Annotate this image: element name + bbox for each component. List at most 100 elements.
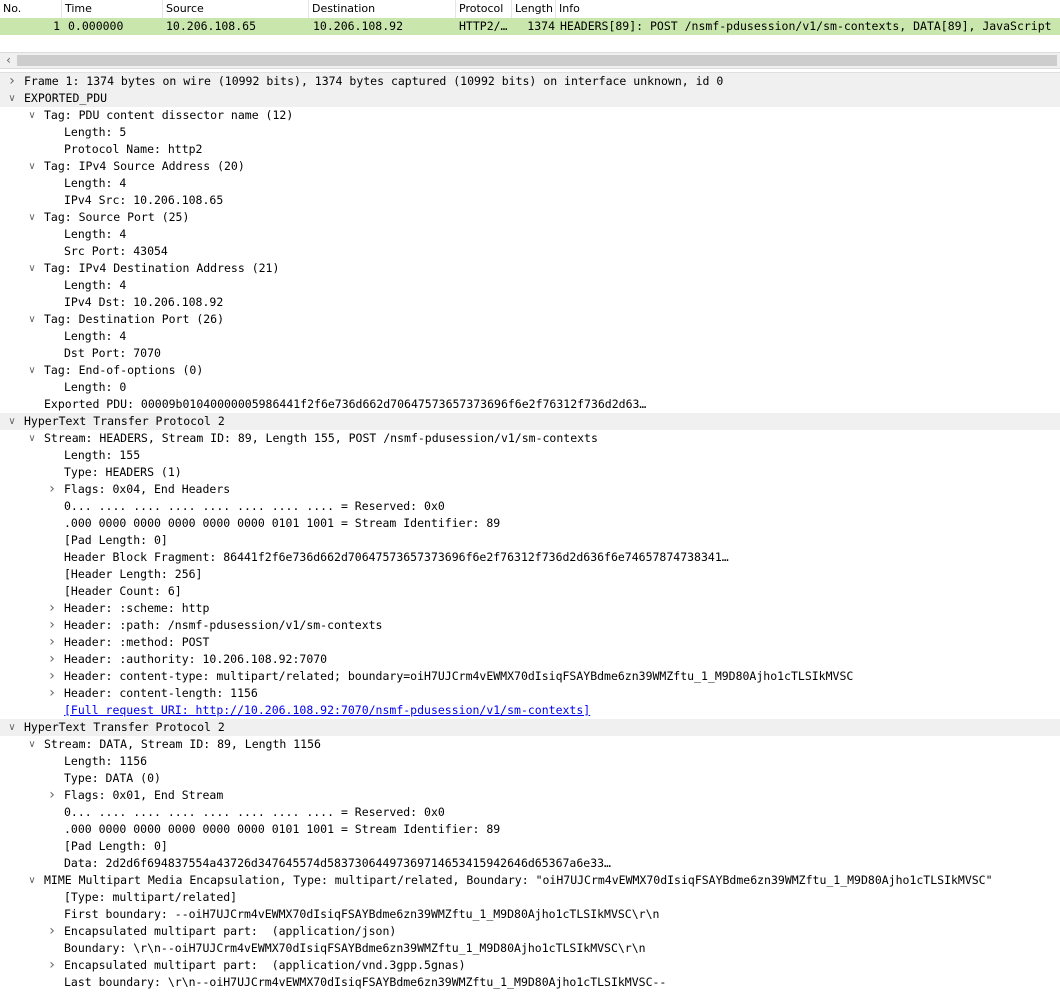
- chevron-down-icon[interactable]: ∨: [5, 719, 19, 736]
- column-header-info[interactable]: Info: [556, 0, 1060, 18]
- tree-row[interactable]: [Header Length: 256]: [0, 566, 1060, 583]
- column-header-protocol[interactable]: Protocol: [456, 0, 512, 18]
- column-header-time[interactable]: Time: [62, 0, 163, 18]
- tree-row[interactable]: Exported PDU: 00009b01040000005986441f2f…: [0, 396, 1060, 413]
- column-header-no[interactable]: No.: [0, 0, 62, 18]
- tree-row-label: [Pad Length: 0]: [64, 839, 168, 853]
- tree-row-label: Data: 2d2d6f694837554a43726d347645574d58…: [64, 856, 611, 870]
- chevron-right-icon[interactable]: ›: [45, 923, 59, 940]
- tree-row[interactable]: Type: HEADERS (1): [0, 464, 1060, 481]
- tree-row[interactable]: ∨ Tag: Source Port (25): [0, 209, 1060, 226]
- chevron-down-icon[interactable]: ∨: [25, 872, 39, 889]
- tree-row[interactable]: ∨ Tag: Destination Port (26): [0, 311, 1060, 328]
- tree-row[interactable]: [Type: multipart/related]: [0, 889, 1060, 906]
- tree-row[interactable]: › Header: :method: POST: [0, 634, 1060, 651]
- tree-row[interactable]: Length: 4: [0, 277, 1060, 294]
- tree-row[interactable]: › Header: content-length: 1156: [0, 685, 1060, 702]
- tree-row-label: Length: 4: [64, 329, 127, 343]
- chevron-right-icon[interactable]: ›: [45, 617, 59, 634]
- tree-row[interactable]: .000 0000 0000 0000 0000 0000 0101 1001 …: [0, 821, 1060, 838]
- chevron-right-icon[interactable]: ›: [45, 957, 59, 974]
- tree-row[interactable]: Protocol Name: http2: [0, 141, 1060, 158]
- tree-row[interactable]: Boundary: \r\n--oiH7UJCrm4vEWMX70dIsiqFS…: [0, 940, 1060, 957]
- chevron-left-icon[interactable]: ‹: [0, 53, 17, 68]
- tree-row[interactable]: ∨ Stream: DATA, Stream ID: 89, Length 115…: [0, 736, 1060, 753]
- tree-row[interactable]: Header Block Fragment: 86441f2f6e736d662…: [0, 549, 1060, 566]
- tree-row[interactable]: .000 0000 0000 0000 0000 0000 0101 1001 …: [0, 515, 1060, 532]
- chevron-right-icon[interactable]: ›: [45, 685, 59, 702]
- tree-row[interactable]: Length: 4: [0, 226, 1060, 243]
- chevron-down-icon[interactable]: ∨: [25, 311, 39, 328]
- tree-row-label: Length: 4: [64, 227, 127, 241]
- tree-row[interactable]: Length: 4: [0, 328, 1060, 345]
- tree-row-label: Tag: Source Port (25): [44, 210, 190, 224]
- tree-row[interactable]: ∨ Tag: IPv4 Destination Address (21): [0, 260, 1060, 277]
- chevron-down-icon[interactable]: ∨: [25, 736, 39, 753]
- tree-row[interactable]: Type: DATA (0): [0, 770, 1060, 787]
- chevron-down-icon[interactable]: ∨: [5, 413, 19, 430]
- chevron-right-icon[interactable]: ›: [45, 651, 59, 668]
- full-request-uri-link[interactable]: [Full request URI: http://10.206.108.92:…: [64, 702, 590, 719]
- chevron-down-icon[interactable]: ∨: [25, 260, 39, 277]
- tree-row[interactable]: IPv4 Dst: 10.206.108.92: [0, 294, 1060, 311]
- chevron-right-icon[interactable]: ›: [45, 600, 59, 617]
- tree-row[interactable]: ∨ Tag: IPv4 Source Address (20): [0, 158, 1060, 175]
- tree-row[interactable]: Length: 4: [0, 175, 1060, 192]
- tree-row[interactable]: › Header: :authority: 10.206.108.92:7070: [0, 651, 1060, 668]
- chevron-down-icon[interactable]: ∨: [5, 90, 19, 107]
- tree-row[interactable]: IPv4 Src: 10.206.108.65: [0, 192, 1060, 209]
- tree-row-label: Tag: End-of-options (0): [44, 363, 204, 377]
- tree-row[interactable]: Length: 1156: [0, 753, 1060, 770]
- tree-row[interactable]: ∨ Stream: HEADERS, Stream ID: 89, Length …: [0, 430, 1060, 447]
- tree-row[interactable]: › Header: :path: /nsmf-pdusession/v1/sm-c…: [0, 617, 1060, 634]
- column-header-length[interactable]: Length: [512, 0, 556, 18]
- tree-row[interactable]: ∨ HyperText Transfer Protocol 2: [0, 413, 1060, 430]
- chevron-down-icon[interactable]: ∨: [25, 107, 39, 124]
- tree-row[interactable]: [Header Count: 6]: [0, 583, 1060, 600]
- packet-row[interactable]: 1 0.000000 10.206.108.65 10.206.108.92 H…: [0, 18, 1060, 35]
- tree-row[interactable]: ∨ MIME Multipart Media Encapsulation, Typ…: [0, 872, 1060, 889]
- tree-row[interactable]: 0... .... .... .... .... .... .... .... …: [0, 498, 1060, 515]
- tree-row[interactable]: Dst Port: 7070: [0, 345, 1060, 362]
- tree-row[interactable]: Data: 2d2d6f694837554a43726d347645574d58…: [0, 855, 1060, 872]
- chevron-right-icon[interactable]: ›: [45, 668, 59, 685]
- tree-row[interactable]: Length: 0: [0, 379, 1060, 396]
- chevron-down-icon[interactable]: ∨: [25, 209, 39, 226]
- tree-row[interactable]: › Header: :scheme: http: [0, 600, 1060, 617]
- chevron-down-icon[interactable]: ∨: [25, 362, 39, 379]
- packet-details-tree[interactable]: › Frame 1: 1374 bytes on wire (10992 bits…: [0, 72, 1060, 997]
- tree-row[interactable]: › Header: content-type: multipart/related…: [0, 668, 1060, 685]
- tree-row[interactable]: › Encapsulated multipart part: (applicati…: [0, 923, 1060, 940]
- tree-row[interactable]: 0... .... .... .... .... .... .... .... …: [0, 804, 1060, 821]
- tree-row[interactable]: [Pad Length: 0]: [0, 532, 1060, 549]
- chevron-down-icon[interactable]: ∨: [25, 158, 39, 175]
- tree-row[interactable]: › Flags: 0x01, End Stream: [0, 787, 1060, 804]
- tree-row[interactable]: Length: 5: [0, 124, 1060, 141]
- column-header-source[interactable]: Source: [163, 0, 309, 18]
- chevron-right-icon[interactable]: ›: [5, 73, 19, 90]
- chevron-down-icon[interactable]: ∨: [25, 430, 39, 447]
- tree-row[interactable]: › Flags: 0x04, End Headers: [0, 481, 1060, 498]
- tree-row[interactable]: Src Port: 43054: [0, 243, 1060, 260]
- chevron-right-icon[interactable]: ›: [45, 481, 59, 498]
- packet-list[interactable]: No. Time Source Destination Protocol Len…: [0, 0, 1060, 50]
- tree-row[interactable]: ∨ HyperText Transfer Protocol 2: [0, 719, 1060, 736]
- chevron-right-icon[interactable]: ›: [45, 634, 59, 651]
- tree-row[interactable]: › Frame 1: 1374 bytes on wire (10992 bits…: [0, 73, 1060, 90]
- tree-row[interactable]: ∨ EXPORTED_PDU: [0, 90, 1060, 107]
- tree-row[interactable]: [Full request URI: http://10.206.108.92:…: [0, 702, 1060, 719]
- packet-no: 1: [53, 19, 60, 33]
- chevron-right-icon[interactable]: ›: [45, 787, 59, 804]
- tree-row[interactable]: ∨ Tag: End-of-options (0): [0, 362, 1060, 379]
- tree-row[interactable]: ∨ Tag: PDU content dissector name (12): [0, 107, 1060, 124]
- scrollbar-thumb[interactable]: [17, 55, 1057, 66]
- tree-row[interactable]: Last boundary: \r\n--oiH7UJCrm4vEWMX70dI…: [0, 974, 1060, 991]
- tree-row[interactable]: › Encapsulated multipart part: (applicati…: [0, 957, 1060, 974]
- tree-row-label: Encapsulated multipart part: (applicatio…: [64, 958, 466, 972]
- tree-row[interactable]: First boundary: --oiH7UJCrm4vEWMX70dIsiq…: [0, 906, 1060, 923]
- tree-row-label: Tag: PDU content dissector name (12): [44, 108, 294, 122]
- tree-row[interactable]: Length: 155: [0, 447, 1060, 464]
- column-header-destination[interactable]: Destination: [309, 0, 456, 18]
- horizontal-scrollbar[interactable]: ‹: [0, 52, 1060, 69]
- tree-row[interactable]: [Pad Length: 0]: [0, 838, 1060, 855]
